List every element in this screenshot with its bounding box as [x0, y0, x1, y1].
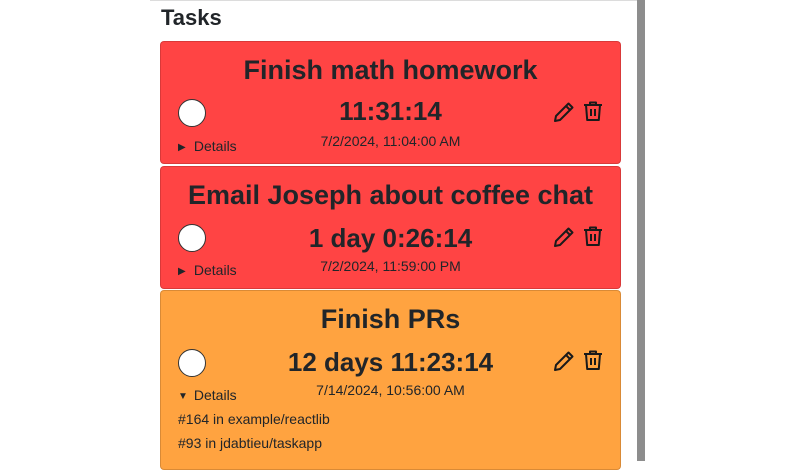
- tasks-panel: Tasks Finish math homework 11:31:14 7/2/…: [150, 0, 637, 470]
- details-toggle[interactable]: ▼ Details: [178, 386, 237, 406]
- detail-line: #164 in example/reactlib: [178, 411, 330, 427]
- pencil-icon: [554, 102, 574, 122]
- panel-title: Tasks: [161, 5, 222, 30]
- delete-button[interactable]: [581, 348, 605, 372]
- task-card: Finish math homework 11:31:14 7/2/2024, …: [160, 41, 621, 164]
- details-toggle[interactable]: ▶ Details: [178, 137, 237, 157]
- task-title: Finish PRs: [320, 304, 461, 334]
- task-title: Finish math homework: [243, 55, 538, 85]
- collapsed-triangle-icon: ▶: [178, 266, 186, 277]
- task-card: Finish PRs 12 days 11:23:14 7/14/2024, 1…: [160, 290, 621, 470]
- expanded-triangle-icon: ▼: [178, 391, 188, 402]
- trash-icon: [584, 101, 602, 121]
- scrollbar[interactable]: [637, 0, 645, 461]
- details-label: Details: [193, 262, 237, 278]
- details-label: Details: [193, 138, 237, 154]
- task-title: Email Joseph about coffee chat: [187, 180, 594, 210]
- pencil-icon: [554, 227, 574, 247]
- pencil-icon: [554, 351, 574, 371]
- task-card: Email Joseph about coffee chat 1 day 0:2…: [160, 166, 621, 289]
- details-toggle[interactable]: ▶ Details: [178, 261, 237, 281]
- trash-icon: [584, 226, 602, 246]
- detail-line: #93 in jdabtieu/taskapp: [178, 435, 322, 451]
- trash-icon: [584, 350, 602, 370]
- collapsed-triangle-icon: ▶: [178, 142, 186, 153]
- edit-button[interactable]: [552, 225, 576, 249]
- delete-button[interactable]: [581, 224, 605, 248]
- edit-button[interactable]: [552, 100, 576, 124]
- details-label: Details: [193, 387, 237, 403]
- edit-button[interactable]: [552, 349, 576, 373]
- delete-button[interactable]: [581, 99, 605, 123]
